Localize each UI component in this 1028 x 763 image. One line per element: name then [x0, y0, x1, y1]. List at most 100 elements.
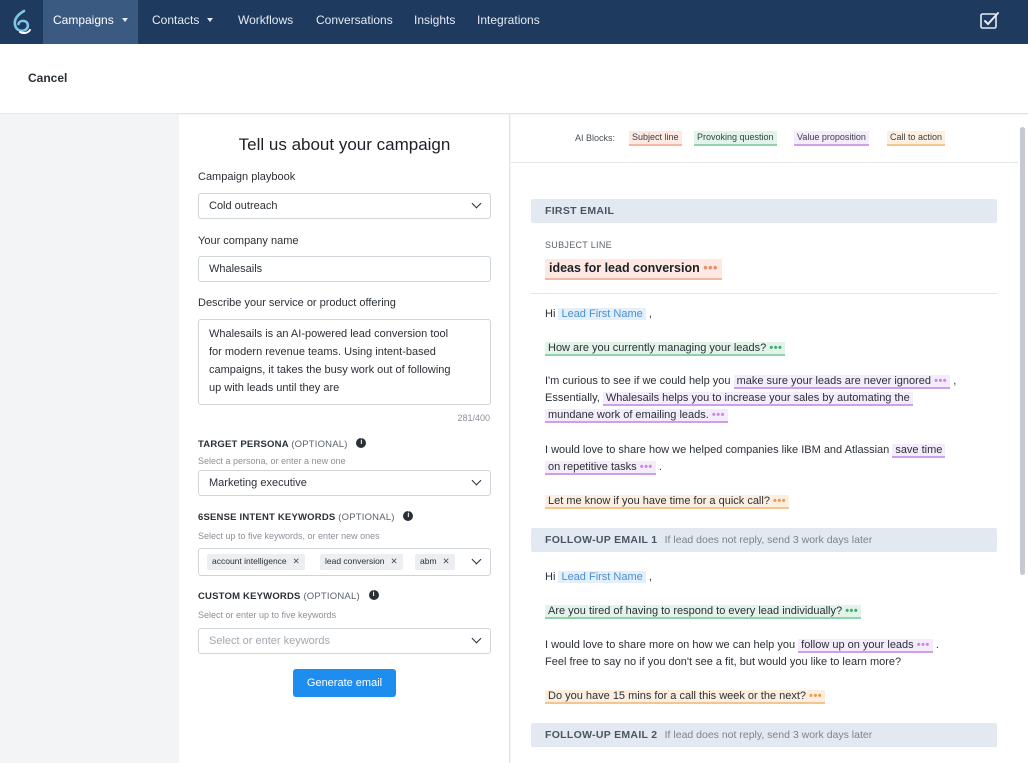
nav-conversations-label: Conversations — [316, 13, 393, 27]
provoking-question-line: Are you tired of having to respond to ev… — [545, 603, 862, 620]
info-icon[interactable]: i — [356, 438, 367, 449]
subject-line-block[interactable]: ideas for lead conversion ••• — [545, 259, 722, 280]
follow-up-2-title: FOLLOW-UP EMAIL 2 — [545, 729, 658, 741]
legend-value-proposition: Value proposition — [794, 131, 869, 146]
legend-provoking-question: Provoking question — [694, 131, 777, 146]
value-line-2: Essentially, Whalesails helps you to inc… — [545, 390, 913, 407]
nav-insights[interactable]: Insights — [404, 0, 465, 44]
company-name-input[interactable]: Whalesails — [198, 256, 491, 282]
nav-integrations[interactable]: Integrations — [467, 0, 550, 44]
chevron-down-icon — [471, 633, 482, 644]
greeting-comma: , — [648, 308, 652, 320]
body-text: I would love to share more on how we can… — [545, 639, 796, 651]
info-icon[interactable]: i — [368, 590, 379, 601]
email-preview-panel: AI Blocks: Subject line Provoking questi… — [511, 115, 1028, 763]
persona-select[interactable]: Marketing executive — [198, 470, 491, 496]
more-options-icon[interactable]: ••• — [917, 639, 930, 651]
legend-subject-line: Subject line — [629, 131, 682, 146]
nav-campaigns[interactable]: Campaigns — [43, 0, 138, 44]
lead-first-name-variable[interactable]: Lead First Name — [558, 308, 646, 320]
body-text: . — [658, 461, 662, 473]
call-to-action-text: Let me know if you have time for a quick… — [548, 495, 770, 507]
campaign-form-panel: Tell us about your campaign Campaign pla… — [179, 115, 510, 763]
body-text: , — [953, 375, 957, 387]
value-line-1: I'm curious to see if we could help you … — [545, 373, 956, 390]
company-name-value: Whalesails — [209, 263, 263, 275]
value-proposition-text: mundane work of emailing leads. — [548, 409, 709, 421]
nav-contacts-label: Contacts — [152, 13, 200, 27]
info-icon[interactable]: i — [403, 511, 414, 522]
first-email-header[interactable]: FIRST EMAIL — [531, 199, 997, 223]
keyword-tag-label: account intelligence — [212, 556, 287, 566]
keyword-tag: account intelligence ✕ — [207, 554, 305, 570]
service-text-line: campaigns, it takes the busy work out of… — [209, 364, 451, 376]
body-text: Essentially, — [545, 392, 600, 404]
playbook-select[interactable]: Cold outreach — [198, 193, 491, 219]
provoking-question-block[interactable]: How are you currently managing your lead… — [545, 342, 786, 356]
form-title: Tell us about your campaign — [238, 135, 451, 154]
preview-scrollbar[interactable] — [1020, 127, 1025, 575]
value-proposition-text: follow up on your leads — [801, 639, 914, 651]
app-logo[interactable] — [0, 0, 43, 44]
checklist-icon[interactable] — [979, 11, 1001, 31]
generate-email-button[interactable]: Generate email — [293, 669, 396, 697]
value-proposition-block[interactable]: follow up on your leads ••• — [798, 639, 933, 653]
service-label: Describe your service or product offerin… — [198, 297, 396, 309]
value-proposition-block[interactable]: save time — [892, 444, 946, 458]
custom-label-text: CUSTOM KEYWORDS — [198, 591, 301, 602]
more-options-icon[interactable]: ••• — [712, 409, 725, 421]
follow-up-1-title: FOLLOW-UP EMAIL 1 — [545, 534, 658, 546]
persona-label: TARGET PERSONA (OPTIONAL) i — [198, 438, 367, 450]
value-proposition-block[interactable]: mundane work of emailing leads. ••• — [545, 409, 728, 423]
value-proposition-block[interactable]: on repetitive tasks ••• — [545, 461, 656, 475]
value-line-4: I would love to share how we helped comp… — [545, 442, 946, 459]
call-to-action-line: Do you have 15 mins for a call this week… — [545, 688, 826, 705]
chevron-down-icon — [471, 475, 482, 486]
persona-value: Marketing executive — [209, 477, 307, 489]
more-options-icon[interactable]: ••• — [773, 495, 786, 507]
remove-tag-icon[interactable]: ✕ — [391, 556, 398, 566]
provoking-question-text: Are you tired of having to respond to ev… — [548, 605, 843, 617]
call-to-action-text: Do you have 15 mins for a call this week… — [548, 690, 807, 702]
nav-workflows[interactable]: Workflows — [228, 0, 303, 44]
follow-up-email-2-header[interactable]: FOLLOW-UP EMAIL 2 If lead does not reply… — [531, 723, 997, 747]
greeting-text: Hi — [545, 308, 556, 320]
remove-tag-icon[interactable]: ✕ — [443, 556, 450, 566]
call-to-action-block[interactable]: Let me know if you have time for a quick… — [545, 495, 790, 509]
ai-blocks-label: AI Blocks: — [575, 133, 616, 143]
follow-up-1-note: If lead does not reply, send 3 work days… — [664, 534, 873, 546]
playbook-value: Cold outreach — [209, 200, 278, 212]
first-email-title: FIRST EMAIL — [545, 205, 615, 217]
provoking-question-line: How are you currently managing your lead… — [545, 340, 786, 357]
more-options-icon[interactable]: ••• — [809, 690, 822, 702]
top-navigation-bar: Campaigns Contacts Workflows Conversatio… — [0, 0, 1028, 44]
nav-integrations-label: Integrations — [477, 13, 540, 27]
custom-keywords-input[interactable]: Select or enter keywords — [198, 628, 491, 654]
value-proposition-block[interactable]: Whalesails helps you to increase your sa… — [602, 392, 913, 406]
value-proposition-block[interactable]: make sure your leads are never ignored •… — [733, 375, 951, 389]
more-options-icon[interactable]: ••• — [934, 375, 947, 387]
persona-label-text: TARGET PERSONA — [198, 439, 289, 450]
intent-keywords-select[interactable]: account intelligence ✕ lead conversion ✕ a… — [198, 548, 491, 576]
playbook-label: Campaign playbook — [198, 171, 296, 183]
nav-insights-label: Insights — [414, 13, 456, 27]
divider — [531, 293, 997, 294]
chevron-down-icon — [471, 554, 482, 565]
call-to-action-block[interactable]: Do you have 15 mins for a call this week… — [545, 690, 826, 704]
more-options-icon[interactable]: ••• — [703, 261, 718, 275]
remove-tag-icon[interactable]: ✕ — [293, 556, 300, 566]
nav-conversations[interactable]: Conversations — [306, 0, 403, 44]
follow-up-email-1-header[interactable]: FOLLOW-UP EMAIL 1 If lead does not reply… — [531, 528, 997, 552]
nav-contacts[interactable]: Contacts — [142, 0, 223, 44]
greeting-line: Hi Lead First Name , — [545, 569, 652, 586]
service-textarea[interactable]: Whalesails is an AI-powered lead convers… — [198, 319, 491, 405]
more-options-icon[interactable]: ••• — [845, 605, 858, 617]
more-options-icon[interactable]: ••• — [769, 342, 782, 354]
nav-campaigns-label: Campaigns — [53, 13, 114, 27]
provoking-question-block[interactable]: Are you tired of having to respond to ev… — [545, 605, 862, 619]
cancel-button[interactable]: Cancel — [28, 71, 67, 85]
lead-first-name-variable[interactable]: Lead First Name — [558, 571, 646, 583]
company-name-label: Your company name — [198, 235, 299, 247]
more-options-icon[interactable]: ••• — [640, 461, 653, 473]
keyword-tag: lead conversion ✕ — [320, 554, 403, 570]
